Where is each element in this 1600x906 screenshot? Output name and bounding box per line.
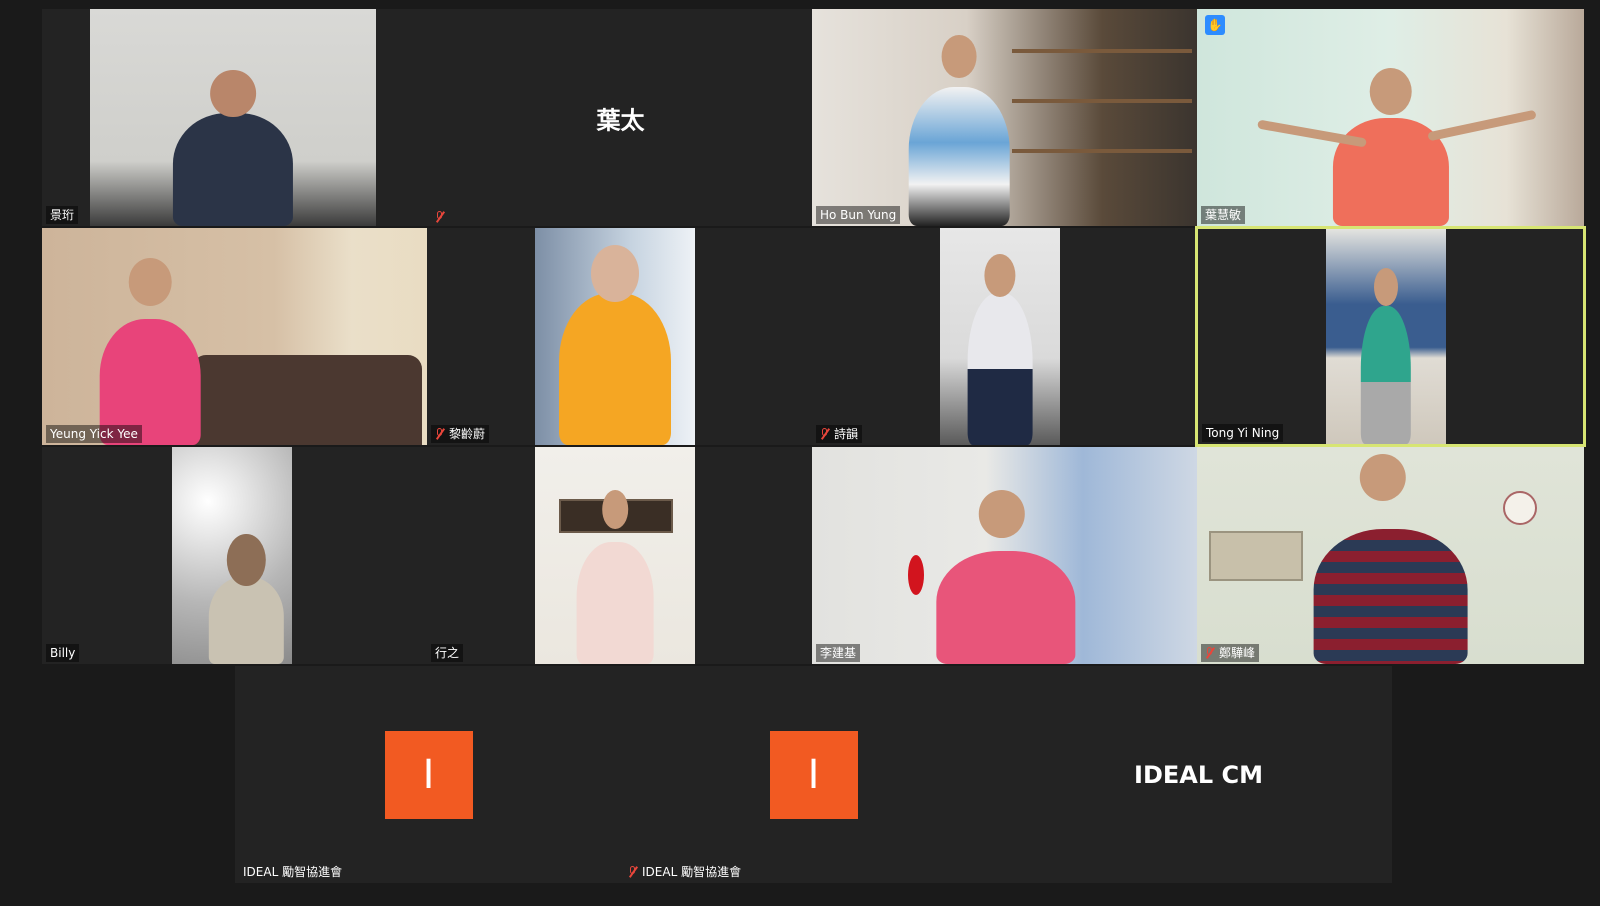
participant-video — [42, 228, 429, 445]
participant-tile[interactable]: 景珩 — [42, 9, 429, 226]
participant-tile[interactable]: Ho Bun Yung — [812, 9, 1199, 226]
participant-tile[interactable]: 李建基 — [812, 447, 1199, 664]
participant-figure — [559, 293, 671, 445]
participant-head — [941, 35, 977, 79]
participant-arm — [1427, 109, 1537, 142]
participant-tile[interactable]: 葉太 — [427, 9, 814, 226]
participant-video — [535, 447, 695, 664]
mic-muted-icon — [628, 866, 638, 878]
participant-name-label: 詩韻 — [816, 425, 863, 443]
participant-head — [984, 254, 1016, 298]
participant-video — [1197, 447, 1584, 664]
participant-tile[interactable]: Yeung Yick Yee — [42, 228, 429, 445]
mic-muted-icon — [435, 211, 445, 223]
participant-figure — [576, 542, 654, 664]
participant-video — [172, 447, 292, 664]
participant-figure — [908, 87, 1010, 226]
participant-video — [90, 9, 376, 226]
participant-head — [1359, 453, 1406, 502]
participant-name-display: 葉太 — [596, 106, 645, 134]
participant-figure — [1360, 306, 1412, 444]
participant-tile-active-speaker[interactable]: Tong Yi Ning — [1195, 226, 1586, 447]
mic-muted-icon — [435, 428, 445, 440]
participant-name-label: IDEAL 勵智協進會 — [243, 865, 343, 879]
participant-figure — [1313, 529, 1468, 664]
participant-tile[interactable]: I IDEAL 勵智協進會 — [235, 666, 622, 883]
chinese-knot — [908, 555, 924, 595]
raised-hand-icon: ✋ — [1205, 15, 1225, 35]
participant-video — [1197, 9, 1584, 226]
participant-video — [1326, 229, 1446, 444]
participant-figure — [935, 551, 1076, 664]
participant-tile[interactable]: IDEAL CM — [1005, 666, 1392, 883]
video-gallery: 景珩 葉太 Ho Bun Yung ✋ 葉慧敏 Yeung Yick Yee 黎… — [0, 0, 1600, 906]
participant-name-label: 景珩 — [46, 206, 79, 224]
participant-video — [940, 228, 1060, 445]
participant-name-display: IDEAL CM — [1134, 760, 1263, 789]
mic-muted-icon — [1205, 647, 1215, 659]
participant-tile[interactable]: ✋ 葉慧敏 — [1197, 9, 1584, 226]
participant-head — [129, 258, 172, 307]
participant-tile[interactable]: Billy — [42, 447, 429, 664]
participant-name-label: 行之 — [431, 644, 464, 662]
wall-clock — [1503, 491, 1537, 525]
participant-name-label: Billy — [46, 644, 80, 662]
participant-head — [591, 245, 639, 302]
participant-name-label: Yeung Yick Yee — [46, 425, 142, 443]
participant-name-label: 李建基 — [816, 644, 861, 662]
participant-head — [210, 69, 256, 118]
participant-head — [978, 490, 1025, 539]
participant-avatar: I — [384, 730, 473, 819]
participant-name-label: 鄭驊峰 — [1201, 644, 1260, 662]
participant-tile[interactable]: 鄭驊峰 — [1197, 447, 1584, 664]
participant-tile[interactable]: I IDEAL 勵智協進會 — [620, 666, 1007, 883]
participant-name-label: Tong Yi Ning — [1202, 424, 1284, 442]
participant-name-label: 葉慧敏 — [1201, 206, 1246, 224]
participant-video — [535, 228, 695, 445]
air-conditioner — [1209, 531, 1303, 581]
participant-video — [812, 9, 1199, 226]
participant-head — [1369, 67, 1412, 116]
participant-name-label — [431, 210, 449, 224]
participant-head — [602, 490, 628, 530]
participant-name-label: Ho Bun Yung — [816, 206, 901, 224]
participant-tile[interactable]: 行之 — [427, 447, 814, 664]
participant-tile[interactable]: 詩韻 — [812, 228, 1199, 445]
participant-tile[interactable]: 黎齡蔚 — [427, 228, 814, 445]
participant-figure — [172, 113, 294, 226]
participant-name-label: 黎齡蔚 — [431, 425, 490, 443]
sofa — [192, 355, 422, 445]
participant-figure — [209, 577, 284, 664]
participant-head — [1374, 267, 1398, 307]
participant-video — [812, 447, 1199, 664]
mic-muted-icon — [820, 428, 830, 440]
participant-avatar: I — [769, 730, 858, 819]
participant-figure — [967, 293, 1033, 445]
participant-name-label: IDEAL 勵智協進會 — [624, 863, 745, 881]
